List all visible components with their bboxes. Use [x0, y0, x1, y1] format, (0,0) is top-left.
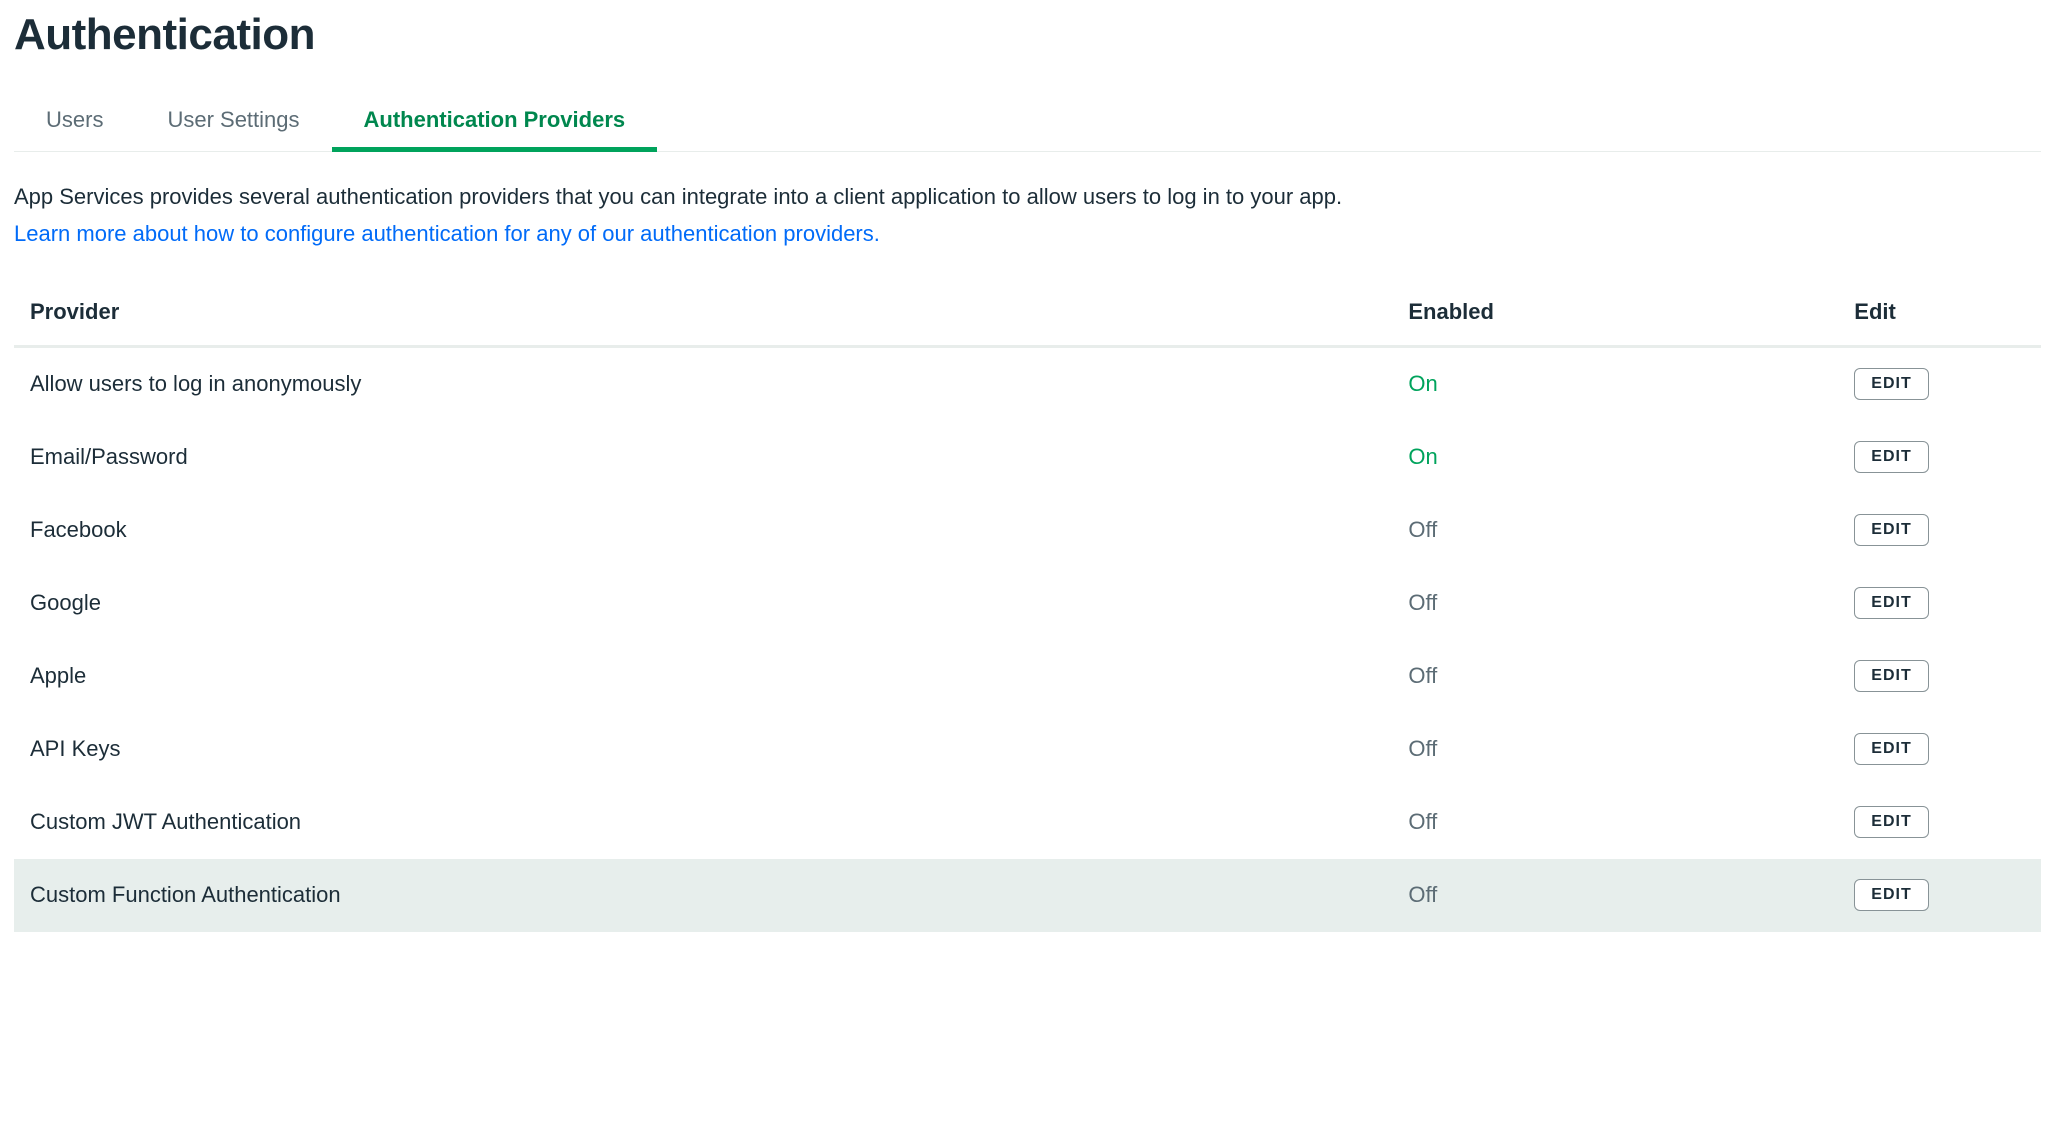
provider-name: Apple	[14, 640, 1392, 713]
tabs-nav: Users User Settings Authentication Provi…	[14, 92, 2041, 152]
edit-button[interactable]: EDIT	[1854, 514, 1928, 546]
edit-button[interactable]: EDIT	[1854, 441, 1928, 473]
edit-cell: EDIT	[1838, 713, 2041, 786]
provider-name: Google	[14, 567, 1392, 640]
edit-cell: EDIT	[1838, 859, 2041, 932]
edit-button[interactable]: EDIT	[1854, 368, 1928, 400]
edit-cell: EDIT	[1838, 640, 2041, 713]
provider-name: Allow users to log in anonymously	[14, 347, 1392, 421]
edit-cell: EDIT	[1838, 494, 2041, 567]
provider-status: On	[1392, 347, 1838, 421]
provider-name: Custom Function Authentication	[14, 859, 1392, 932]
provider-status: Off	[1392, 567, 1838, 640]
tab-authentication-providers[interactable]: Authentication Providers	[332, 93, 658, 152]
providers-table: Provider Enabled Edit Allow users to log…	[14, 283, 2041, 932]
provider-name: Facebook	[14, 494, 1392, 567]
table-row: Custom JWT AuthenticationOff EDIT	[14, 786, 2041, 859]
table-row: Email/PasswordOn EDIT	[14, 421, 2041, 494]
edit-cell: EDIT	[1838, 421, 2041, 494]
provider-status: On	[1392, 421, 1838, 494]
provider-status: Off	[1392, 640, 1838, 713]
provider-name: Email/Password	[14, 421, 1392, 494]
edit-cell: EDIT	[1838, 347, 2041, 421]
provider-status: Off	[1392, 494, 1838, 567]
learn-more-link[interactable]: Learn more about how to configure authen…	[14, 221, 880, 247]
column-header-enabled: Enabled	[1392, 283, 1838, 347]
provider-status: Off	[1392, 713, 1838, 786]
table-row: GoogleOff EDIT	[14, 567, 2041, 640]
column-header-edit: Edit	[1838, 283, 2041, 347]
table-row: Custom Function AuthenticationOff EDIT	[14, 859, 2041, 932]
edit-cell: EDIT	[1838, 567, 2041, 640]
page-title: Authentication	[14, 10, 2041, 60]
edit-cell: EDIT	[1838, 786, 2041, 859]
table-row: FacebookOff EDIT	[14, 494, 2041, 567]
edit-button[interactable]: EDIT	[1854, 733, 1928, 765]
edit-button[interactable]: EDIT	[1854, 587, 1928, 619]
provider-name: API Keys	[14, 713, 1392, 786]
edit-button[interactable]: EDIT	[1854, 660, 1928, 692]
tab-users[interactable]: Users	[14, 93, 135, 152]
tab-user-settings[interactable]: User Settings	[135, 93, 331, 152]
provider-status: Off	[1392, 786, 1838, 859]
column-header-provider: Provider	[14, 283, 1392, 347]
provider-name: Custom JWT Authentication	[14, 786, 1392, 859]
table-row: Allow users to log in anonymouslyOn EDIT	[14, 347, 2041, 421]
description-text: App Services provides several authentica…	[14, 180, 2041, 213]
table-row: API KeysOff EDIT	[14, 713, 2041, 786]
edit-button[interactable]: EDIT	[1854, 879, 1928, 911]
edit-button[interactable]: EDIT	[1854, 806, 1928, 838]
provider-status: Off	[1392, 859, 1838, 932]
table-row: AppleOff EDIT	[14, 640, 2041, 713]
